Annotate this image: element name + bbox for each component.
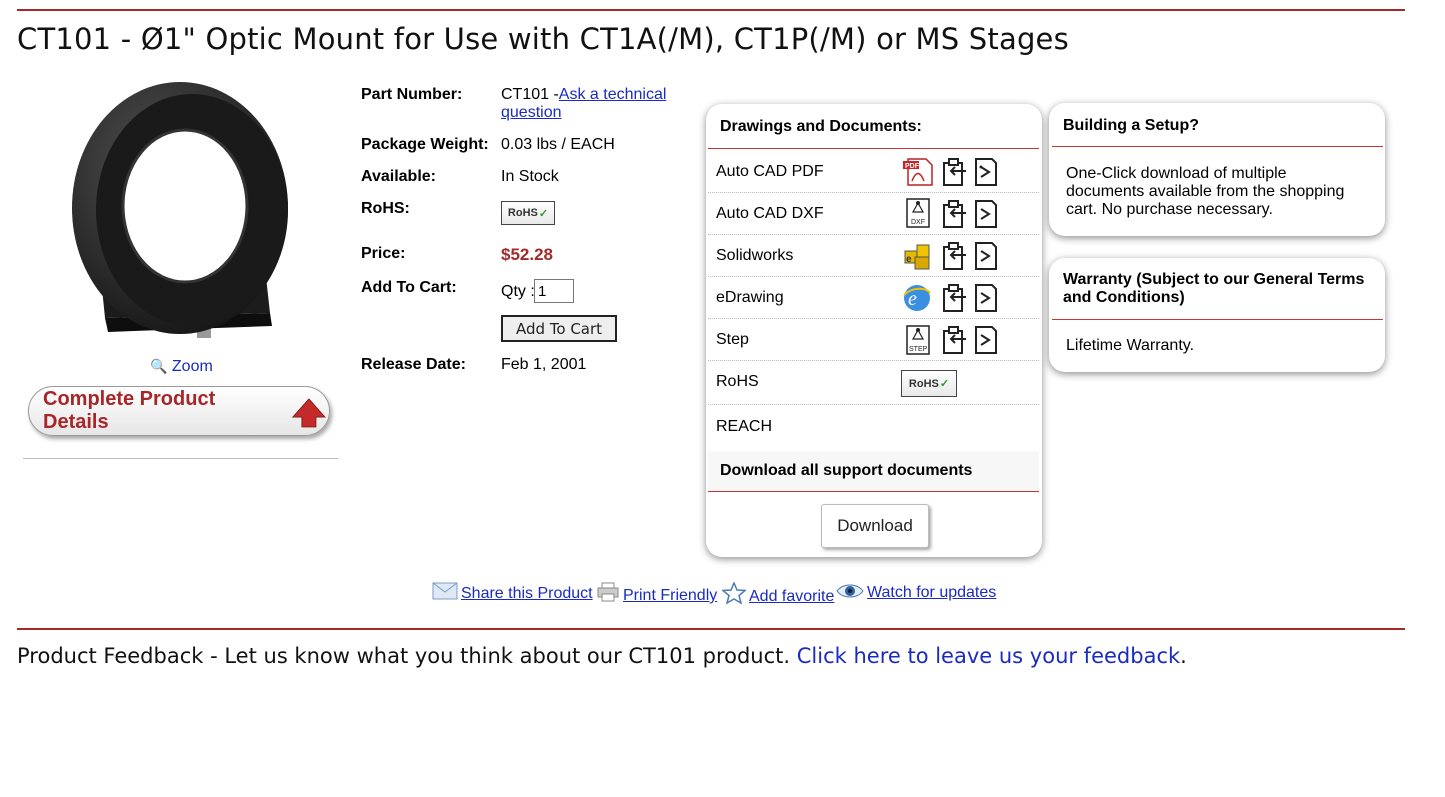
add-to-cart-button[interactable]: Add To Cart bbox=[501, 315, 617, 342]
part-number-value: CT101 -Ask a technical question bbox=[501, 86, 681, 122]
price-label: Price: bbox=[361, 245, 406, 262]
doc-name: REACH bbox=[716, 418, 773, 435]
add-to-cart-label: Add To Cart: bbox=[361, 279, 457, 296]
doc-name: RoHS bbox=[716, 373, 759, 390]
download-button[interactable]: Download bbox=[821, 504, 929, 548]
bottom-divider bbox=[17, 628, 1405, 630]
print-friendly-link[interactable]: Print Friendly bbox=[596, 582, 717, 605]
complete-product-details-button[interactable]: Complete Product Details bbox=[28, 386, 330, 436]
doc-name: Auto CAD DXF bbox=[716, 205, 824, 222]
feedback-link[interactable]: Click here to leave us your feedback bbox=[797, 644, 1180, 668]
page-title: CT101 - Ø1" Optic Mount for Use with CT1… bbox=[17, 22, 1069, 56]
rohs-doc-badge[interactable]: RoHS ✓ bbox=[901, 370, 957, 397]
doc-name: Solidworks bbox=[716, 247, 794, 264]
documents-heading: Drawings and Documents: bbox=[720, 118, 922, 135]
download-all-heading: Download all support documents bbox=[720, 462, 973, 479]
qty-label: Qty : bbox=[501, 283, 535, 300]
documents-heading-rule bbox=[708, 148, 1039, 149]
zoom-label[interactable]: Zoom bbox=[172, 358, 213, 375]
star-icon bbox=[721, 581, 747, 605]
svg-text:e: e bbox=[906, 254, 912, 265]
image-divider bbox=[23, 458, 338, 459]
feedback-line: Product Feedback - Let us know what you … bbox=[17, 644, 1187, 668]
printer-icon bbox=[597, 582, 619, 602]
package-weight-value: 0.03 lbs / EACH bbox=[501, 136, 615, 153]
envelope-icon bbox=[432, 582, 458, 600]
doc-name: Step bbox=[716, 331, 749, 348]
pdf-icon[interactable]: PDF bbox=[902, 157, 934, 187]
svg-text:DXF: DXF bbox=[911, 219, 925, 226]
complete-product-details-label: Complete Product Details bbox=[43, 388, 216, 433]
solidworks-icon[interactable]: e bbox=[903, 241, 933, 271]
copy-share-icons-edrawing bbox=[943, 284, 997, 312]
available-value: In Stock bbox=[501, 168, 559, 185]
svg-text:PDF: PDF bbox=[905, 163, 920, 170]
watch-updates-link[interactable]: Watch for updates bbox=[836, 582, 996, 602]
release-date-value: Feb 1, 2001 bbox=[501, 356, 587, 373]
add-favorite-link[interactable]: Add favorite bbox=[721, 581, 834, 606]
copy-share-icons-pdf bbox=[943, 158, 997, 186]
share-doc-icon bbox=[975, 158, 997, 186]
zoom-link[interactable]: 🔍 Zoom bbox=[150, 358, 213, 376]
rohs-label: RoHS: bbox=[361, 200, 410, 217]
step-icon[interactable]: STEP bbox=[905, 325, 931, 355]
copy-share-icons-step bbox=[943, 326, 997, 354]
price-value: $52.28 bbox=[501, 245, 553, 264]
product-image[interactable] bbox=[60, 78, 300, 348]
warranty-heading-rule bbox=[1052, 319, 1383, 320]
part-number: CT101 - bbox=[501, 86, 559, 103]
dxf-icon[interactable]: DXF bbox=[905, 198, 931, 228]
warranty-heading: Warranty (Subject to our General Terms a… bbox=[1063, 271, 1365, 306]
package-weight-label: Package Weight: bbox=[361, 136, 489, 153]
setup-body: One-Click download of multiple documents… bbox=[1066, 165, 1345, 218]
copy-share-icons-solidworks bbox=[943, 242, 997, 270]
edrawing-icon[interactable]: e bbox=[902, 283, 932, 313]
doc-row-rohs: RoHS bbox=[708, 361, 1039, 405]
setup-heading: Building a Setup? bbox=[1063, 117, 1199, 134]
part-number-label: Part Number: bbox=[361, 86, 463, 103]
feedback-end: . bbox=[1180, 644, 1187, 668]
download-all-rule bbox=[708, 491, 1039, 492]
release-date-label: Release Date: bbox=[361, 356, 466, 373]
top-divider bbox=[17, 9, 1405, 11]
doc-row-reach: REACH bbox=[708, 405, 1039, 450]
share-product-link[interactable]: Share this Product bbox=[432, 582, 593, 603]
eye-icon bbox=[836, 584, 864, 598]
warranty-body: Lifetime Warranty. bbox=[1066, 337, 1195, 354]
feedback-text: Product Feedback - Let us know what you … bbox=[17, 644, 797, 668]
qty-input[interactable] bbox=[534, 279, 574, 303]
copy-share-icons-dxf bbox=[943, 200, 997, 228]
svg-text:STEP: STEP bbox=[909, 346, 928, 353]
doc-name: Auto CAD PDF bbox=[716, 163, 824, 180]
copy-to-cart-icon bbox=[943, 158, 966, 186]
arrow-up-icon bbox=[292, 398, 327, 428]
setup-heading-rule bbox=[1052, 146, 1383, 147]
available-label: Available: bbox=[361, 168, 436, 185]
rohs-badge: RoHS ✓ bbox=[501, 201, 555, 225]
doc-name: eDrawing bbox=[716, 289, 784, 306]
magnifier-icon: 🔍 bbox=[150, 358, 168, 374]
